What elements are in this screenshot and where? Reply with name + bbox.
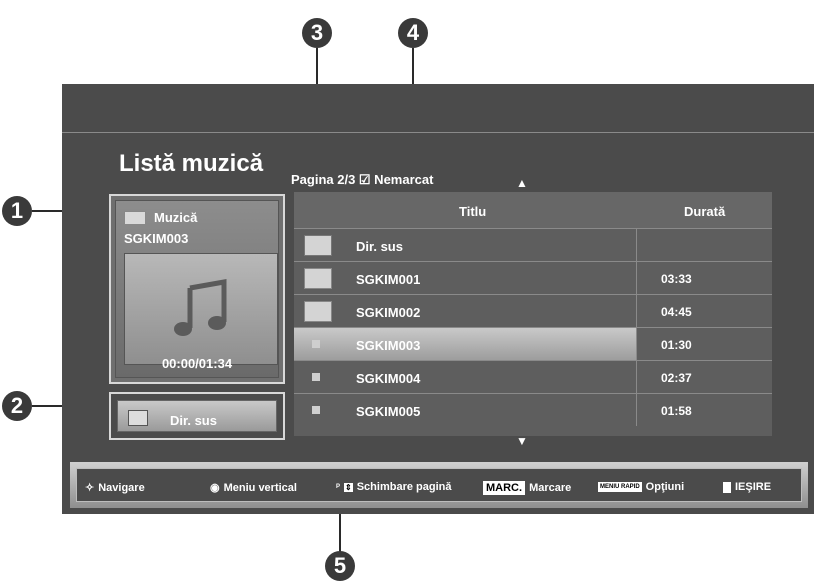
footer-key-guide: ✧ Navigare ◉ Meniu vertical P ⇕ Schimbar…	[76, 468, 802, 502]
table-row-selected[interactable]: SGKIM003 01:30	[294, 327, 772, 360]
file-list: Titlu Durată Dir. sus SGKIM001 03:33 SGK…	[294, 192, 772, 436]
table-row[interactable]: Dir. sus	[294, 228, 772, 261]
row-duration: 04:45	[661, 305, 692, 319]
row-name: SGKIM004	[356, 371, 421, 386]
footer-page-change[interactable]: P ⇕ Schimbare pagină	[336, 481, 451, 493]
marc-badge: MARC.	[483, 481, 526, 495]
options-label: Opţiuni	[645, 481, 685, 493]
list-header: Titlu Durată	[294, 192, 772, 228]
file-icon	[312, 340, 320, 348]
callout-4: 4	[398, 18, 428, 48]
footer-options[interactable]: MENIU RAPID Opţiuni	[598, 481, 684, 493]
table-row[interactable]: SGKIM004 02:37	[294, 360, 772, 393]
callout-3: 3	[302, 18, 332, 48]
folder-up-icon	[128, 410, 148, 426]
callout-5: 5	[325, 551, 355, 581]
footer-navigate[interactable]: ✧ Navigare	[85, 481, 145, 495]
name-cell: SGKIM005	[294, 394, 636, 426]
mark-label: Marcare	[529, 482, 572, 494]
page-info: Pagina 2/3 ☑ Nemarcat	[291, 172, 434, 187]
music-list-screen: Listă muzică Pagina 2/3 ☑ Nemarcat Muzic…	[62, 84, 814, 514]
footer-bar: ✧ Navigare ◉ Meniu vertical P ⇕ Schimbar…	[70, 462, 808, 508]
callout-2: 2	[2, 391, 32, 421]
ok-button-icon: ◉	[210, 482, 220, 494]
footer-mark[interactable]: MARC. Marcare	[483, 481, 571, 495]
row-duration: 03:33	[661, 272, 692, 286]
duration-cell: 04:45	[636, 295, 772, 327]
row-duration: 01:30	[661, 338, 692, 352]
p-label: P	[336, 484, 341, 490]
music-note-icon	[174, 279, 227, 336]
exit-label: IEŞIRE	[735, 481, 772, 493]
folder-icon	[304, 268, 332, 289]
duration-cell: 02:37	[636, 361, 772, 393]
navigate-label: Navigare	[98, 481, 145, 494]
file-icon	[312, 406, 320, 414]
duration-cell: 03:33	[636, 262, 772, 294]
dir-up-button[interactable]: Dir. sus	[117, 400, 277, 432]
playback-time: 00:00/01:34	[161, 356, 233, 371]
navigation-arrows-icon: ✧	[85, 482, 95, 494]
folder-up-icon	[304, 235, 332, 256]
row-name: SGKIM005	[356, 404, 421, 419]
album-art	[124, 253, 278, 365]
table-row[interactable]: SGKIM002 04:45	[294, 294, 772, 327]
page-title: Listă muzică	[119, 150, 264, 177]
name-cell: SGKIM002	[294, 295, 636, 327]
name-cell: SGKIM001	[294, 262, 636, 294]
duration-cell: 01:30	[636, 328, 772, 360]
vertical-menu-label: Meniu vertical	[223, 481, 297, 494]
duration-cell	[636, 229, 772, 261]
dir-up-panel: Dir. sus	[109, 392, 285, 440]
name-cell: SGKIM004	[294, 361, 636, 393]
folder-icon	[124, 211, 146, 225]
footer-vertical-menu[interactable]: ◉ Meniu vertical	[210, 481, 297, 495]
page-change-label: Schimbare pagină	[356, 481, 452, 493]
column-duration: Durată	[684, 204, 726, 219]
row-duration: 02:37	[661, 371, 692, 385]
page-up-down-icon: ⇕	[344, 482, 353, 492]
dir-up-label: Dir. sus	[170, 413, 217, 428]
exit-icon	[723, 481, 731, 493]
now-playing-name: SGKIM003	[124, 231, 189, 246]
screen-divider	[62, 132, 814, 133]
duration-cell: 01:58	[636, 394, 772, 426]
scroll-up-arrow-icon[interactable]: ▲	[516, 176, 528, 190]
row-name: SGKIM001	[356, 272, 421, 287]
file-icon	[312, 373, 320, 381]
name-cell: Dir. sus	[294, 229, 636, 261]
row-name: Dir. sus	[356, 239, 403, 254]
row-duration: 01:58	[661, 404, 692, 418]
callout-1: 1	[2, 196, 32, 226]
table-row[interactable]: SGKIM001 03:33	[294, 261, 772, 294]
name-cell: SGKIM003	[294, 328, 636, 360]
now-playing-panel: Muzică SGKIM003 00:00/01:34	[109, 194, 285, 384]
now-playing-card: Muzică SGKIM003 00:00/01:34	[115, 200, 279, 378]
now-playing-label: Muzică	[154, 210, 198, 225]
column-title: Titlu	[459, 204, 487, 219]
table-row[interactable]: SGKIM005 01:58	[294, 393, 772, 426]
folder-icon	[304, 301, 332, 322]
scroll-down-arrow-icon[interactable]: ▼	[516, 434, 528, 448]
row-name: SGKIM002	[356, 305, 421, 320]
row-name: SGKIM003	[356, 338, 421, 353]
quick-menu-badge: MENIU RAPID	[598, 482, 642, 492]
footer-exit[interactable]: IEŞIRE	[723, 481, 771, 493]
